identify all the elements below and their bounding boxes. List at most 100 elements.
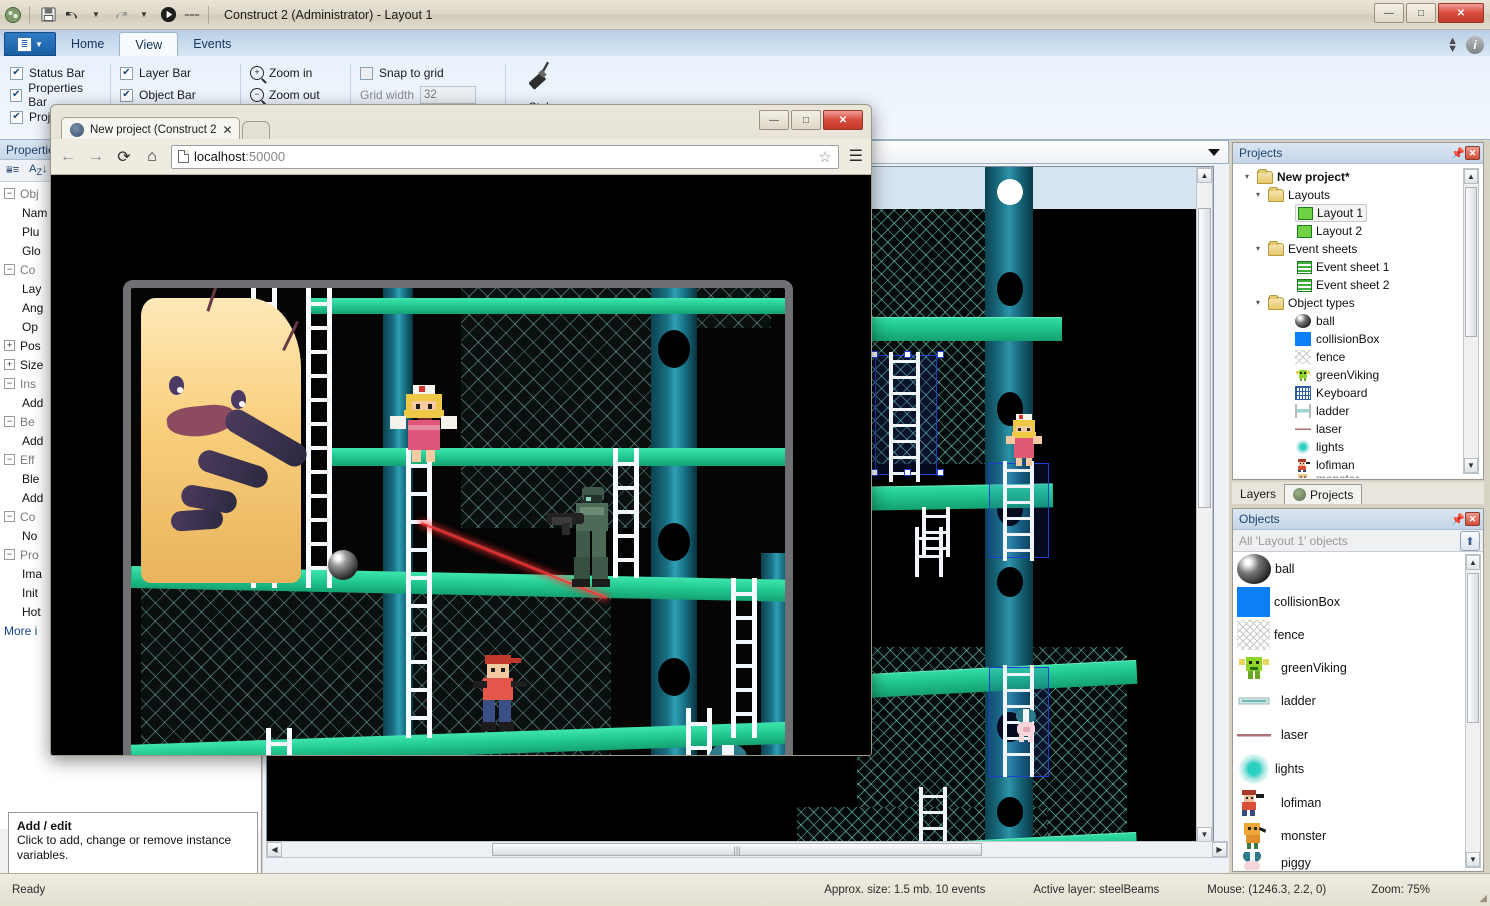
ladder-sprite[interactable] (915, 527, 943, 577)
checkbox-snap-to-grid[interactable]: Snap to grid (360, 62, 495, 84)
undo-icon[interactable] (61, 4, 83, 26)
objects-list[interactable]: ball collisionBox fence greenViking (1233, 552, 1483, 870)
resize-grip-icon[interactable]: ◢ (1479, 893, 1487, 904)
layer-selector-dropdown[interactable] (860, 140, 1229, 164)
tree-item-keyboard[interactable]: Keyboard (1237, 384, 1483, 402)
checkbox-layer-bar[interactable]: ✔ Layer Bar (120, 62, 230, 84)
scroll-up-arrow-icon[interactable]: ▲ (1464, 169, 1478, 184)
tab-layers[interactable]: Layers (1232, 484, 1284, 504)
game-canvas[interactable] (131, 288, 785, 756)
close-button[interactable]: ✕ (1438, 3, 1484, 23)
scroll-up-arrow-icon[interactable]: ▲ (1197, 168, 1212, 183)
object-item-laser[interactable]: laser (1233, 718, 1483, 752)
tree-item-greenviking[interactable]: greenViking (1237, 366, 1483, 384)
tree-item-object-types[interactable]: ▾ Object types (1237, 294, 1483, 312)
minimize-button[interactable]: — (1374, 3, 1404, 23)
info-icon[interactable]: i (1466, 36, 1484, 54)
scroll-down-arrow-icon[interactable]: ▼ (1464, 458, 1478, 473)
tab-home[interactable]: Home (56, 32, 119, 56)
tab-events[interactable]: Events (178, 32, 246, 56)
ribbon-collapse-icon[interactable]: ▲▼ (1447, 37, 1458, 53)
piggy-sprite-instance[interactable] (1012, 707, 1040, 745)
object-item-ball[interactable]: ball (1233, 552, 1483, 585)
browser-minimize-button[interactable]: — (759, 110, 789, 130)
twisty-icon[interactable]: ▾ (1256, 244, 1266, 254)
ladder-sprite[interactable] (919, 787, 947, 842)
move-up-icon[interactable]: ⬆ (1460, 531, 1480, 551)
selection-handle[interactable] (904, 351, 911, 358)
checkbox-object-bar[interactable]: ✔ Object Bar (120, 84, 230, 106)
scroll-down-arrow-icon[interactable]: ▼ (1197, 827, 1212, 842)
tree-item-monster[interactable]: monster (1237, 474, 1483, 478)
reload-icon[interactable]: ⟳ (115, 148, 133, 166)
pin-icon[interactable]: 📌 (1451, 146, 1465, 160)
browser-maximize-button[interactable]: □ (791, 110, 821, 130)
file-menu-button[interactable]: ≣ ▼ (4, 32, 56, 56)
redo-dropdown-icon[interactable]: ▼ (133, 4, 155, 26)
projects-tree-scrollbar[interactable]: ▲ ▼ (1463, 168, 1479, 474)
ladder-sprite[interactable] (1003, 461, 1034, 561)
object-item-piggy[interactable]: piggy (1233, 852, 1483, 870)
save-icon[interactable] (37, 4, 59, 26)
address-bar[interactable]: localhost:50000 ☆ (171, 145, 839, 169)
tree-item-event-sheet-1[interactable]: Event sheet 1 (1237, 258, 1483, 276)
maximize-button[interactable]: □ (1406, 3, 1436, 23)
browser-menu-icon[interactable]: ☰ (849, 150, 863, 164)
vertical-scroll-thumb[interactable] (1198, 208, 1211, 508)
selection-handle[interactable] (937, 469, 944, 476)
objects-list-scrollbar[interactable]: ▲ ▼ (1465, 554, 1481, 868)
scroll-up-arrow-icon[interactable]: ▲ (1466, 555, 1480, 570)
browser-preview-window[interactable]: New project (Construct 2 ✕ — □ ✕ ← → ⟳ ⌂… (50, 104, 872, 756)
object-item-greenviking[interactable]: greenViking (1233, 651, 1483, 684)
tree-item-collisionbox[interactable]: collisionBox (1237, 330, 1483, 348)
browser-tab[interactable]: New project (Construct 2 ✕ (61, 117, 240, 141)
checkbox-properties-bar[interactable]: ✔ Properties Bar (10, 84, 100, 106)
pin-icon[interactable]: 📌 (1451, 512, 1465, 526)
close-icon[interactable]: ✕ (223, 123, 233, 137)
tab-projects[interactable]: Projects (1284, 484, 1362, 504)
tree-item-ball[interactable]: ball (1237, 312, 1483, 330)
twisty-icon[interactable]: ▾ (1256, 190, 1266, 200)
selection-handle[interactable] (904, 469, 911, 476)
tree-item-new-project[interactable]: ▾ New project* (1237, 168, 1483, 186)
customize-quick-access-icon[interactable]: ⩶ (181, 4, 203, 26)
vertical-scroll-thumb[interactable] (1465, 187, 1477, 337)
zoom-in-button[interactable]: + Zoom in (250, 62, 340, 84)
object-item-collisionbox[interactable]: collisionBox (1233, 585, 1483, 618)
tree-item-laser[interactable]: laser (1237, 420, 1483, 438)
tree-item-lofiman[interactable]: lofiman (1237, 456, 1483, 474)
alphabetical-sort-icon[interactable]: AZ↓ (29, 163, 47, 177)
selection-handle[interactable] (871, 351, 878, 358)
redo-icon[interactable] (109, 4, 131, 26)
app-logo-icon[interactable] (2, 4, 24, 26)
back-icon[interactable]: ← (59, 148, 77, 166)
horizontal-scroll-thumb[interactable]: ||| (492, 843, 982, 856)
object-item-lofiman[interactable]: lofiman (1233, 786, 1483, 819)
tree-item-layouts[interactable]: ▾ Layouts (1237, 186, 1483, 204)
bookmark-star-icon[interactable]: ☆ (818, 148, 831, 166)
selection-handle[interactable] (937, 351, 944, 358)
tree-item-lights[interactable]: lights (1237, 438, 1483, 456)
new-tab-button[interactable] (242, 121, 270, 141)
tree-item-event-sheet-2[interactable]: Event sheet 2 (1237, 276, 1483, 294)
scroll-down-arrow-icon[interactable]: ▼ (1466, 852, 1480, 867)
object-item-ladder[interactable]: ladder (1233, 684, 1483, 718)
categorized-sort-icon[interactable]: ⩸≡ (6, 164, 19, 177)
run-preview-icon[interactable] (157, 4, 179, 26)
twisty-icon[interactable]: ▾ (1245, 172, 1255, 182)
object-item-fence[interactable]: fence (1233, 618, 1483, 651)
forward-icon[interactable]: → (87, 148, 105, 166)
grid-width-input[interactable]: 32 (420, 86, 476, 104)
tree-item-event-sheets[interactable]: ▾ Event sheets (1237, 240, 1483, 258)
tree-item-ladder[interactable]: ladder (1237, 402, 1483, 420)
game-preview[interactable] (123, 280, 793, 756)
tree-item-layout-1[interactable]: Layout 1 (1295, 204, 1367, 222)
browser-close-button[interactable]: ✕ (823, 110, 863, 130)
undo-dropdown-icon[interactable]: ▼ (85, 4, 107, 26)
home-icon[interactable]: ⌂ (143, 148, 161, 166)
object-item-lights[interactable]: lights (1233, 752, 1483, 786)
greenviking-sprite-instance[interactable] (1002, 412, 1046, 470)
scroll-right-arrow-icon[interactable]: ▶ (1212, 842, 1227, 857)
layout-vertical-scrollbar[interactable]: ▲ ▼ (1196, 167, 1213, 843)
close-icon[interactable]: ✕ (1465, 146, 1480, 160)
